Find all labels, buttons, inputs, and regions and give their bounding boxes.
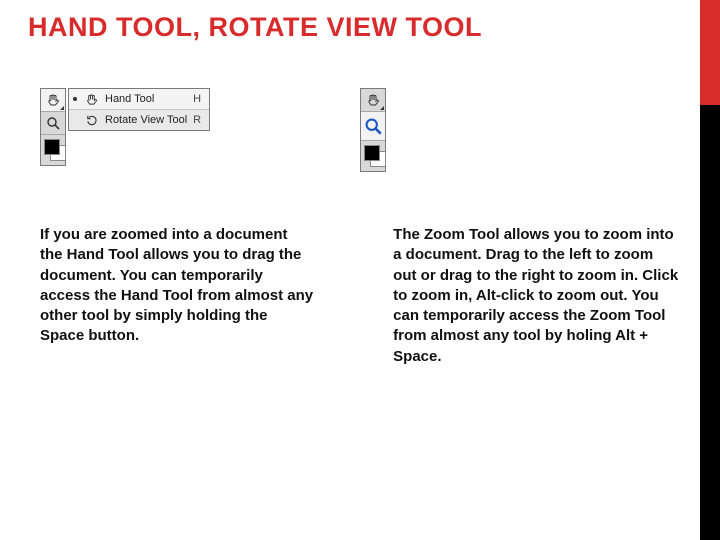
flyout-item-hand[interactable]: Hand Tool H <box>69 89 209 109</box>
flyout-indicator-icon <box>380 106 384 110</box>
flyout-label: Hand Tool <box>105 93 187 105</box>
tool-hand[interactable] <box>361 89 385 111</box>
tool-flyout: Hand Tool H Rotate View Tool R <box>68 88 210 131</box>
text-columns: If you are zoomed into a document the Ha… <box>40 225 680 367</box>
accent-bar <box>700 0 720 540</box>
tool-hand[interactable] <box>41 89 65 111</box>
flyout-indicator-icon <box>60 106 64 110</box>
active-dot-icon <box>73 97 77 101</box>
column-left: If you are zoomed into a document the Ha… <box>40 225 313 367</box>
swatch-foreground <box>364 145 380 161</box>
figures-row: Hand Tool H Rotate View Tool R <box>40 88 680 172</box>
hand-icon <box>366 93 380 107</box>
flyout-shortcut: H <box>193 93 201 105</box>
toolbar-right <box>360 88 386 172</box>
rotate-view-icon <box>83 112 99 128</box>
color-swatches[interactable] <box>361 140 385 171</box>
page-title: HAND TOOL, ROTATE VIEW TOOL <box>0 0 720 43</box>
hand-icon <box>83 91 99 107</box>
flyout-item-rotate-view[interactable]: Rotate View Tool R <box>69 109 209 130</box>
flyout-shortcut: R <box>193 114 201 126</box>
color-swatches[interactable] <box>41 134 65 165</box>
figure-hand-tool: Hand Tool H Rotate View Tool R <box>40 88 210 172</box>
swatch-foreground <box>44 139 60 155</box>
tool-zoom[interactable] <box>41 111 65 134</box>
hand-icon <box>46 93 60 107</box>
column-right: The Zoom Tool allows you to zoom into a … <box>393 225 680 367</box>
toolbar-left <box>40 88 66 166</box>
magnifier-icon <box>364 117 382 135</box>
flyout-label: Rotate View Tool <box>105 114 187 126</box>
tool-zoom[interactable] <box>361 111 385 140</box>
figure-zoom-tool <box>360 88 386 172</box>
magnifier-icon <box>46 116 60 130</box>
